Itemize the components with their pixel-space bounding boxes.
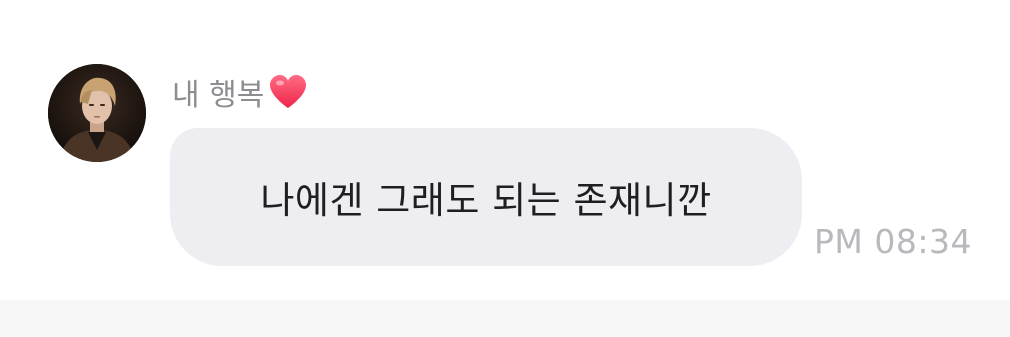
bottom-divider-area (0, 300, 1010, 337)
message-timestamp: PM 08:34 (814, 222, 972, 261)
heart-icon (268, 74, 308, 110)
message-text: 나에겐 그래도 되는 존재니깐 (260, 179, 712, 222)
profile-photo-icon (48, 64, 146, 162)
chat-area: 내 행복 나에겐 그래도 되는 존재니깐 PM 08:34 (0, 0, 1010, 300)
sender-name-text: 내 행복 (172, 78, 265, 113)
sender-name: 내 행복 (172, 72, 308, 113)
message-bubble[interactable]: 나에겐 그래도 되는 존재니깐 (170, 128, 802, 266)
sender-avatar[interactable] (48, 64, 146, 162)
